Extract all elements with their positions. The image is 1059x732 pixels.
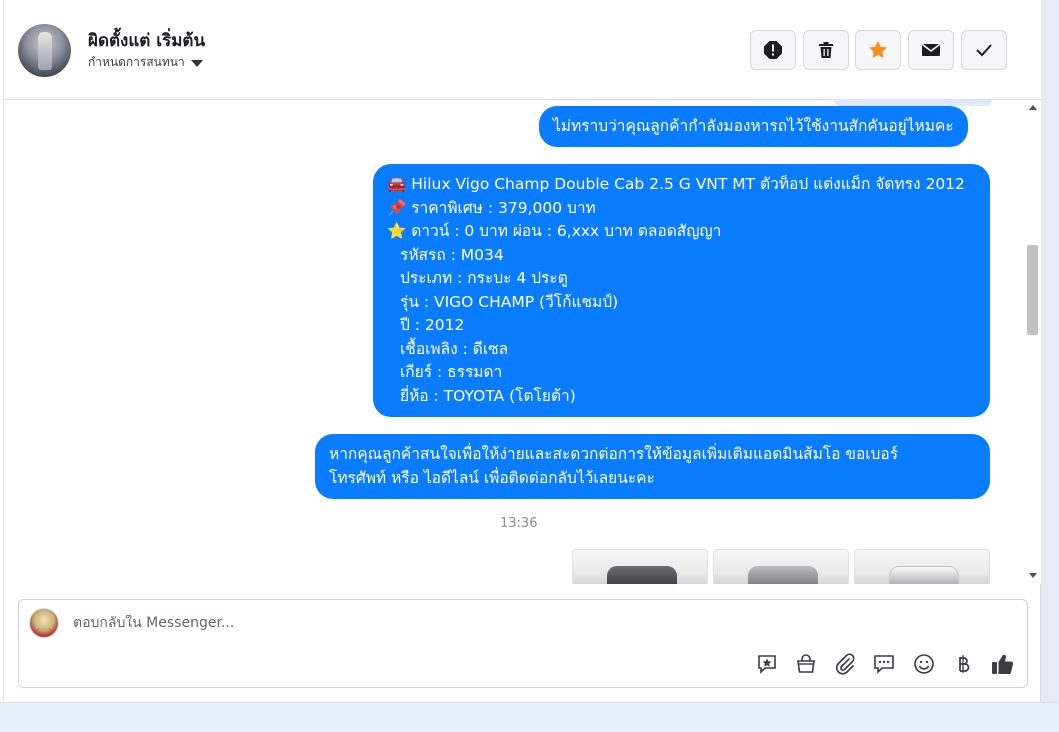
attach-icon xyxy=(836,653,855,675)
payment-button[interactable] xyxy=(951,652,975,676)
message-text: ยี่ห้อ : TOYOTA (โตโยต้า) xyxy=(400,386,576,405)
saved-replies-button[interactable] xyxy=(755,652,779,676)
caret-down-icon xyxy=(190,60,203,67)
page-footer-band xyxy=(0,702,1059,732)
message-bubble[interactable]: 🚘 Hilux Vigo Champ Double Cab 2.5 G VNT … xyxy=(373,164,990,417)
conversation-window: ผิดตั้งแต่ เริ่มต้น กำหนดการสนทนา ไม่ทรา… xyxy=(4,0,1041,702)
saved-reply-icon xyxy=(758,655,776,674)
report-icon xyxy=(764,41,782,59)
car-photo-3[interactable] xyxy=(854,549,990,584)
baht-icon xyxy=(959,655,970,673)
message-bubble[interactable]: ไม่ทราบว่าคุณลูกค้ากำลังมองหารถไว้ใช้งาน… xyxy=(539,106,968,147)
message-text: 🚘 Hilux Vigo Champ Double Cab 2.5 G VNT … xyxy=(387,175,965,193)
message-text: รหัสรถ : M034 xyxy=(400,245,504,264)
message-text: ⭐ ดาวน์ : 0 บาท ผ่อน : 6,xxx บาท ตลอดสัญ… xyxy=(387,222,722,240)
page-avatar xyxy=(29,608,59,638)
star-button[interactable] xyxy=(855,30,901,70)
shop-button[interactable] xyxy=(794,652,818,676)
car-photo-1[interactable] xyxy=(572,549,708,584)
mark-unread-button[interactable] xyxy=(908,30,954,70)
message-text: หากคุณลูกค้าสนใจเพื่อให้ง่ายและสะดวกต่อก… xyxy=(329,445,899,463)
attach-button[interactable] xyxy=(833,652,857,676)
like-icon xyxy=(992,654,1014,675)
like-button[interactable] xyxy=(991,652,1015,676)
message-text: เชื้อเพลิง : ดีเซล xyxy=(400,339,509,358)
avatar[interactable] xyxy=(18,24,71,77)
comment-button[interactable] xyxy=(872,652,896,676)
message-text: เกียร์ : ธรรมดา xyxy=(400,363,503,381)
comment-icon xyxy=(874,655,894,674)
contact-name[interactable]: ผิดตั้งแต่ เริ่มต้น xyxy=(88,27,205,54)
conversation-header: ผิดตั้งแต่ เริ่มต้น กำหนดการสนทนา xyxy=(4,0,1041,100)
message-list[interactable]: ไม่ทราบว่าคุณลูกค้ากำลังมองหารถไว้ใช้งาน… xyxy=(4,100,1041,584)
scrollbar-thumb[interactable] xyxy=(1027,245,1038,335)
report-button[interactable] xyxy=(750,30,796,70)
car-photo-2[interactable] xyxy=(713,549,849,584)
reply-input[interactable] xyxy=(73,615,673,631)
emoji-icon xyxy=(914,654,934,674)
trash-icon xyxy=(819,42,833,58)
done-button[interactable] xyxy=(961,30,1007,70)
scroll-up-icon[interactable] xyxy=(1029,105,1037,110)
message-text: โทรศัพท์ หรือ ไอดีไลน์ เพื่อติดต่อกลับไว… xyxy=(329,468,655,487)
delete-button[interactable] xyxy=(803,30,849,70)
assign-conversation-dropdown[interactable]: กำหนดการสนทนา xyxy=(88,53,203,72)
message-timestamp: 13:36 xyxy=(500,516,538,531)
message-text: ปี : 2012 xyxy=(400,316,465,334)
message-text: รุ่น : VIGO CHAMP (วีโก้แชมป์) xyxy=(400,292,619,311)
message-bubble[interactable]: หากคุณลูกค้าสนใจเพื่อให้ง่ายและสะดวกต่อก… xyxy=(315,434,990,499)
mail-icon xyxy=(922,43,940,56)
emoji-button[interactable] xyxy=(912,652,936,676)
scrollbar[interactable] xyxy=(1024,100,1041,584)
check-icon xyxy=(976,44,992,57)
star-icon xyxy=(869,41,887,58)
reply-composer xyxy=(18,599,1028,688)
message-text: 📌 ราคาพิเศษ : 379,000 บาท xyxy=(387,198,596,217)
message-text: ประเภท : กระบะ 4 ประตู xyxy=(400,269,568,287)
scroll-down-icon[interactable] xyxy=(1029,573,1037,578)
assign-label: กำหนดการสนทนา xyxy=(88,55,185,69)
shop-icon xyxy=(797,654,815,673)
message-text: ไม่ทราบว่าคุณลูกค้ากำลังมองหารถไว้ใช้งาน… xyxy=(553,117,954,135)
